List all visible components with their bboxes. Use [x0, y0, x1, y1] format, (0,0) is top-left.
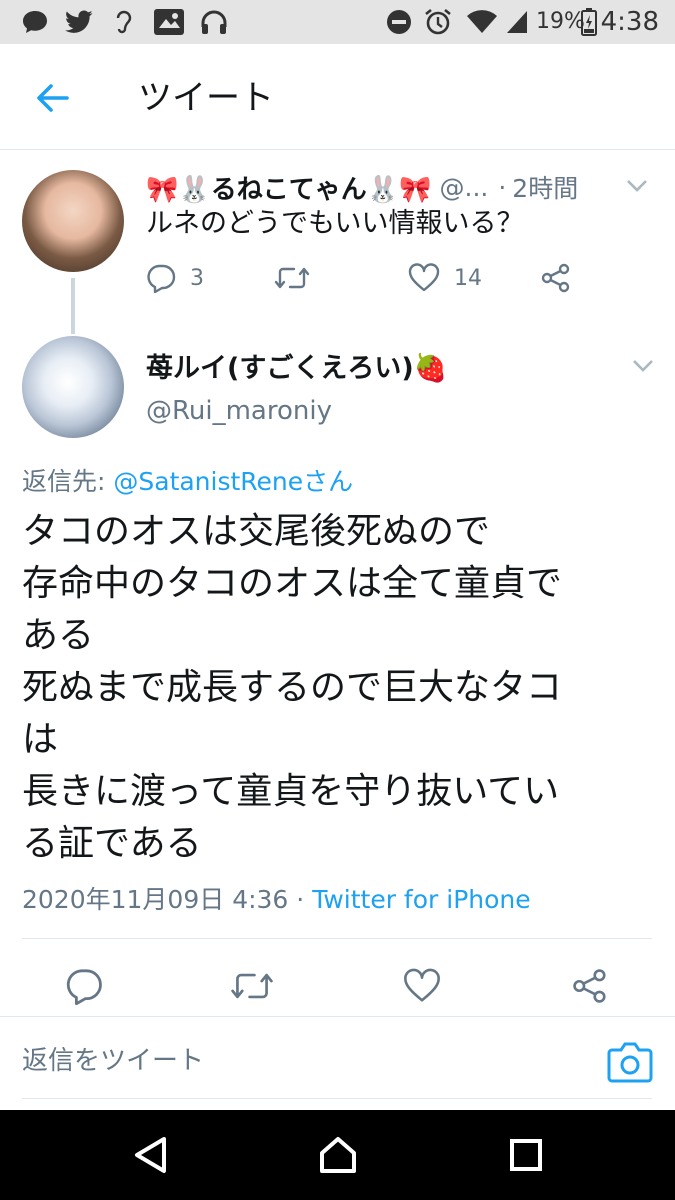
top-app-bar: ツイート [0, 44, 675, 150]
battery-icon [580, 8, 598, 36]
retweet-icon [231, 973, 273, 999]
chevron-down-icon[interactable] [632, 358, 654, 374]
camera-icon[interactable] [606, 1040, 654, 1084]
tweet-text-line: 存命中のタコのオスは全て童貞で [22, 563, 563, 604]
tweet-text-line: 死ぬまで成長するので巨大なタコ [22, 667, 563, 708]
back-button[interactable] [28, 74, 76, 122]
meta-separator: · [288, 885, 313, 914]
hearing-icon [112, 8, 136, 36]
reply-button[interactable] [62, 964, 106, 1008]
user-handle[interactable]: @... [440, 173, 489, 202]
page-title: ツイート [138, 78, 274, 118]
back-arrow-icon [37, 84, 69, 112]
replying-to: 返信先: @SatanistReneさん [22, 462, 353, 498]
divider [22, 938, 652, 939]
tweet-text-line: タコのオスは交尾後死ぬので [22, 511, 491, 552]
tweet-text-line: は [22, 719, 59, 760]
heart-icon [404, 968, 440, 1002]
tweet-actions [0, 958, 675, 1014]
tweet-source-link[interactable]: Twitter for iPhone [312, 885, 530, 914]
user-display-name[interactable]: 苺ルイ(すごくえろい)🍓 [146, 346, 447, 385]
square-recents-icon [510, 1139, 542, 1171]
app-notification-icon [152, 8, 186, 36]
reply-input[interactable]: 返信をツイート [22, 1040, 204, 1077]
nav-back-button[interactable] [130, 1135, 170, 1175]
reply-button[interactable]: 3 [146, 258, 204, 298]
parent-tweet-header: 🎀🐰るねこてゃん🐰🎀 @... · 2時間 [146, 169, 579, 206]
share-icon [541, 263, 570, 293]
tweet-timestamp: 2020年11月09日 4:36 [22, 885, 289, 914]
status-bar: 19% 4:38 [0, 0, 675, 44]
user-handle[interactable]: @Rui_maroniy [146, 396, 332, 426]
chevron-down-icon[interactable] [626, 178, 648, 194]
message-icon [20, 8, 50, 36]
user-display-name[interactable]: 🎀🐰るねこてゃん🐰🎀 [146, 169, 432, 206]
alarm-icon [422, 8, 454, 36]
wifi-icon [466, 8, 498, 36]
tweet-body: タコのオスは交尾後死ぬので 存命中のタコのオスは全て童貞で ある 死ぬまで成長す… [22, 506, 652, 870]
avatar[interactable] [22, 336, 124, 438]
status-time: 4:38 [600, 7, 659, 37]
parent-tweet-actions: 3 14 [146, 258, 646, 298]
battery-percent: 19% [536, 9, 585, 34]
signal-icon [504, 8, 530, 36]
home-icon [320, 1137, 356, 1173]
like-button[interactable]: 14 [408, 258, 482, 298]
share-icon [573, 969, 606, 1003]
triangle-back-icon [135, 1137, 166, 1173]
like-button[interactable] [400, 964, 444, 1008]
retweet-icon [274, 267, 310, 289]
tweet-text-line: る証である [22, 823, 202, 864]
tweet-time: 2時間 [512, 174, 579, 203]
tweet-text-line: 長きに渡って童貞を守り抜いてい [22, 771, 560, 812]
avatar[interactable] [22, 170, 124, 272]
headphones-icon [198, 8, 230, 36]
reply-icon [147, 264, 176, 293]
retweet-button[interactable] [274, 258, 310, 298]
divider [0, 1016, 675, 1017]
parent-tweet-text: ルネのどうでもいい情報いる？ [146, 208, 524, 239]
dnd-icon [384, 8, 414, 36]
replying-to-link[interactable]: @SatanistReneさん [113, 467, 353, 496]
tweet-meta: 2020年11月09日 4:36 · Twitter for iPhone [22, 880, 531, 916]
twitter-icon [64, 8, 94, 36]
share-button[interactable] [540, 258, 572, 298]
nav-recents-button[interactable] [506, 1135, 546, 1175]
divider [22, 1098, 652, 1099]
replying-to-label: 返信先: [22, 467, 114, 496]
reply-icon [66, 969, 102, 1005]
share-button[interactable] [568, 964, 612, 1008]
separator-dot: · [498, 172, 507, 202]
system-nav-bar [0, 1110, 675, 1200]
nav-home-button[interactable] [318, 1135, 358, 1175]
tweet-text-line: ある [22, 615, 95, 656]
heart-icon [408, 263, 440, 292]
thread-connector [71, 278, 75, 334]
like-count: 14 [454, 265, 482, 291]
retweet-button[interactable] [230, 964, 274, 1008]
reply-count: 3 [190, 265, 204, 291]
